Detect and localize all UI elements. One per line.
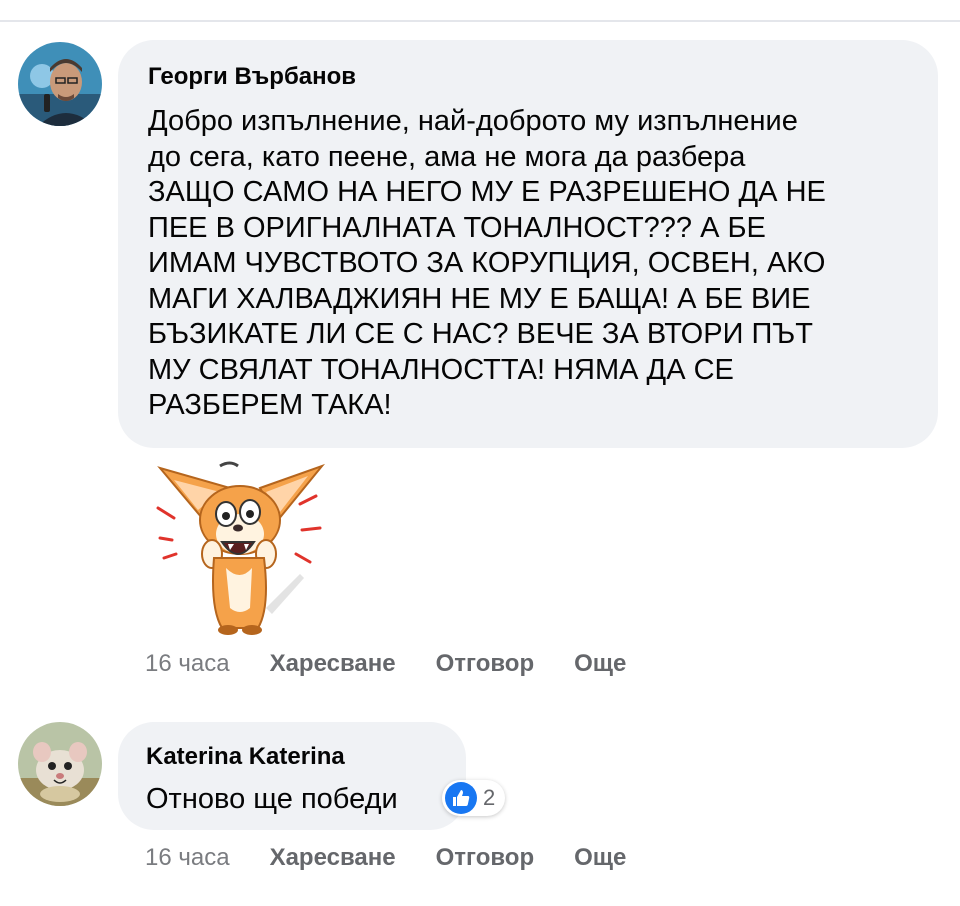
divider bbox=[0, 20, 960, 22]
reaction-count: 2 bbox=[483, 785, 496, 810]
comment-bubble: Katerina Katerina Отново ще победи bbox=[118, 722, 466, 830]
thumbs-up-icon bbox=[445, 782, 477, 814]
comments-thread: Георги Върбанов Добро изпълнение, най-до… bbox=[0, 0, 960, 906]
comment-author[interactable]: Katerina Katerina bbox=[146, 742, 438, 772]
reply-button[interactable]: Отговор bbox=[436, 844, 535, 872]
comment-actions: 16 часа Харесване Отговор Още bbox=[145, 840, 666, 876]
avatar[interactable] bbox=[18, 42, 102, 126]
comment-actions: 16 часа Харесване Отговор Още bbox=[145, 646, 666, 682]
more-button[interactable]: Още bbox=[574, 650, 626, 678]
comment-bubble: Георги Върбанов Добро изпълнение, най-до… bbox=[118, 40, 938, 448]
like-button[interactable]: Харесване bbox=[270, 650, 396, 678]
corgi-shocked-sticker bbox=[150, 458, 330, 638]
comment-text: Отново ще победи bbox=[146, 783, 398, 815]
comment-timestamp[interactable]: 16 часа bbox=[145, 650, 230, 678]
reaction-summary[interactable]: 2 bbox=[442, 780, 506, 816]
comment-author[interactable]: Георги Върбанов bbox=[148, 62, 908, 92]
comment-text: Добро изпълнение, най-доброто му изпълне… bbox=[148, 105, 826, 421]
avatar[interactable] bbox=[18, 722, 102, 806]
more-button[interactable]: Още bbox=[574, 844, 626, 872]
reply-button[interactable]: Отговор bbox=[436, 650, 535, 678]
comment-timestamp[interactable]: 16 часа bbox=[145, 844, 230, 872]
like-button[interactable]: Харесване bbox=[270, 844, 396, 872]
